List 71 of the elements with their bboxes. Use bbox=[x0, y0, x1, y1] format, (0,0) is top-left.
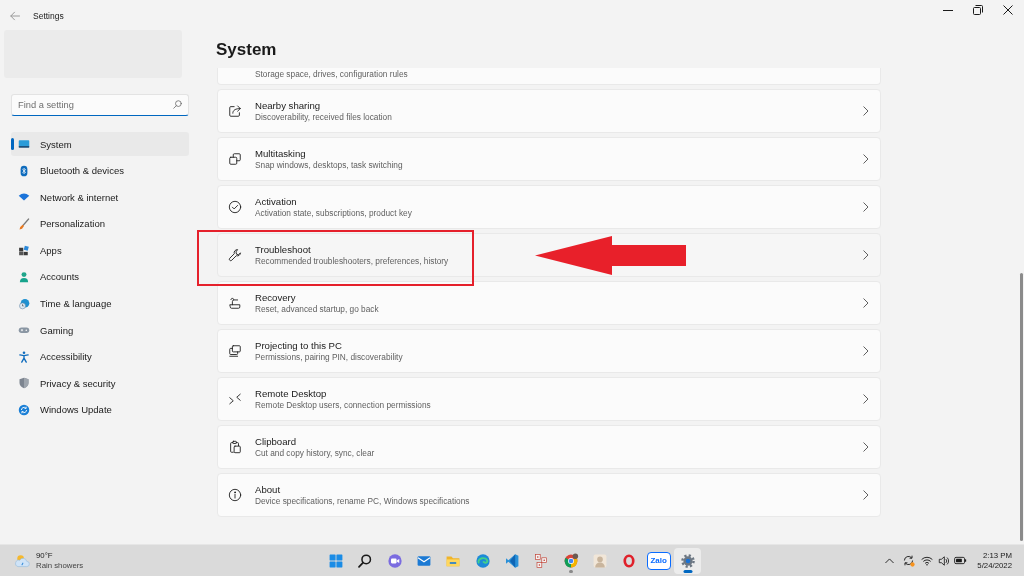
monitor-icon bbox=[18, 138, 30, 150]
share-icon bbox=[228, 103, 242, 118]
chevron-right-icon bbox=[863, 153, 869, 164]
video-camera-icon bbox=[386, 552, 403, 569]
sidebar-item[interactable]: System bbox=[11, 132, 189, 156]
settings-row[interactable]: Multitasking Snap windows, desktops, task switching bbox=[217, 137, 881, 181]
bluetooth-icon bbox=[18, 164, 30, 177]
sync-circle-icon bbox=[18, 403, 30, 416]
clipboard-icon bbox=[228, 439, 242, 454]
page-title: System bbox=[216, 39, 277, 61]
globe-clock-icon bbox=[18, 297, 30, 310]
restore-icon bbox=[973, 5, 983, 15]
chevron-right-icon bbox=[863, 393, 869, 404]
sync-icon[interactable] bbox=[902, 554, 916, 567]
checkmark-circle-icon bbox=[228, 199, 242, 214]
apps-grid-icon bbox=[18, 244, 30, 257]
settings-row[interactable]: Clipboard Cut and copy history, sync, clear bbox=[217, 425, 881, 469]
settings-row[interactable]: About Device specifications, rename PC, Windows specifications bbox=[217, 473, 881, 517]
wifi-icon[interactable] bbox=[921, 555, 934, 566]
accessibility-figure-icon bbox=[18, 350, 30, 363]
sidebar-item[interactable]: Time & language bbox=[11, 291, 189, 316]
minimize-icon bbox=[943, 9, 953, 11]
sidebar-item[interactable]: Network & internet bbox=[11, 185, 189, 210]
chevron-right-icon bbox=[863, 201, 869, 212]
chevron-right-icon bbox=[863, 249, 869, 260]
chevron-right-icon bbox=[863, 441, 869, 452]
sidebar-item[interactable]: Accessibility bbox=[11, 344, 189, 369]
sidebar-item[interactable]: Personalization bbox=[11, 211, 189, 236]
settings-row[interactable]: Activation Activation state, subscriptions, product key bbox=[217, 185, 881, 229]
close-icon bbox=[1003, 5, 1013, 15]
angle-brackets-icon bbox=[228, 391, 242, 406]
settings-row[interactable]: Remote Desktop Remote Desktop users, connection permissions bbox=[217, 377, 881, 421]
sidebar-item[interactable]: Bluetooth & devices bbox=[11, 158, 189, 183]
chevron-right-icon bbox=[863, 105, 869, 116]
tiles-icon bbox=[533, 552, 550, 569]
person-icon bbox=[18, 270, 30, 283]
info-icon bbox=[228, 487, 242, 502]
tray-arrow-icon bbox=[228, 295, 242, 310]
sidebar-item[interactable]: Windows Update bbox=[11, 397, 189, 422]
settings-row[interactable]: Nearby sharing Discoverability, received files location bbox=[217, 89, 881, 133]
cloud-sun-icon bbox=[14, 553, 31, 568]
four-squares-icon bbox=[328, 552, 345, 569]
tricolor-circle-icon bbox=[562, 552, 579, 569]
wrench-icon bbox=[228, 247, 242, 262]
paintbrush-icon bbox=[18, 217, 30, 230]
sidebar-item[interactable]: Accounts bbox=[11, 264, 189, 289]
battery-icon[interactable] bbox=[954, 556, 968, 565]
window-title: Settings bbox=[33, 11, 64, 21]
avatar-icon bbox=[592, 552, 608, 569]
two-screens-icon bbox=[228, 343, 242, 358]
search-icon bbox=[173, 100, 182, 109]
sidebar-item[interactable]: Gaming bbox=[11, 318, 189, 343]
sidebar-item[interactable]: Apps bbox=[11, 238, 189, 263]
settings-row[interactable]: Projecting to this PC Permissions, pairing PIN, discoverability bbox=[217, 329, 881, 373]
back-arrow-icon bbox=[10, 11, 20, 21]
settings-row[interactable]: Recovery Reset, advanced startup, go back bbox=[217, 281, 881, 325]
gear-icon bbox=[679, 552, 696, 569]
swirl-icon bbox=[474, 552, 491, 569]
sidebar-item[interactable]: Privacy & security bbox=[11, 371, 189, 396]
shield-icon bbox=[18, 377, 30, 390]
settings-row[interactable]: Storage space, drives, configuration rules bbox=[217, 68, 881, 85]
chevron-up-icon[interactable] bbox=[885, 557, 895, 564]
overlapping-windows-icon bbox=[228, 151, 242, 166]
scrollbar-thumb[interactable] bbox=[1020, 273, 1023, 541]
angled-ribbon-icon bbox=[504, 552, 520, 569]
chevron-right-icon bbox=[863, 297, 869, 308]
speaker-icon[interactable] bbox=[938, 554, 950, 567]
chevron-right-icon bbox=[863, 489, 869, 500]
search-field[interactable]: Find a setting bbox=[11, 94, 189, 116]
search-icon bbox=[357, 552, 374, 569]
chevron-right-icon bbox=[863, 345, 869, 356]
